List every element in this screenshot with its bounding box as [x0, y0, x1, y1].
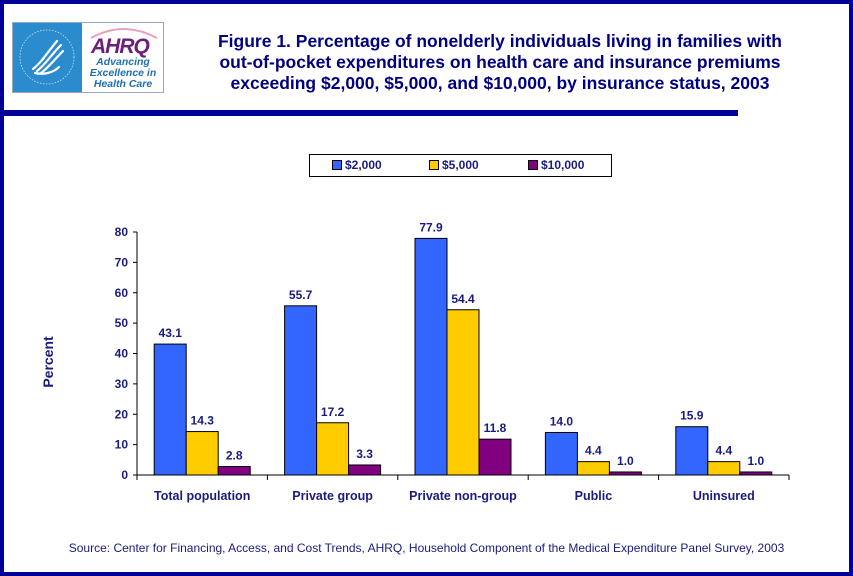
hhs-eagle-logo-icon — [13, 23, 82, 92]
y-axis-label: Percent — [40, 336, 56, 388]
legend-swatch-2000 — [332, 160, 342, 170]
ahrq-tagline: Advancing Excellence in Health Care — [83, 57, 163, 90]
legend-item: $2,000 — [332, 158, 382, 172]
header-divider — [0, 110, 738, 116]
legend-item: $5,000 — [429, 158, 479, 172]
agency-logo: AHRQ Advancing Excellence in Health Care — [12, 22, 164, 93]
legend-label: $10,000 — [541, 158, 585, 172]
title-line: out-of-pocket expenditures on health car… — [219, 52, 781, 72]
legend-swatch-5000 — [429, 160, 439, 170]
legend-label: $2,000 — [345, 158, 382, 172]
chart-title: Figure 1. Percentage of nonelderly indiv… — [185, 31, 815, 94]
title-line: Figure 1. Percentage of nonelderly indiv… — [217, 31, 782, 51]
source-note: Source: Center for Financing, Access, an… — [68, 541, 785, 555]
ahrq-logo: AHRQ Advancing Excellence in Health Care — [83, 23, 163, 92]
chart-legend: $2,000 $5,000 $10,000 — [309, 154, 612, 177]
tagline-line: Health Care — [93, 78, 153, 90]
title-line: exceeding $2,000, $5,000, and $10,000, b… — [230, 73, 770, 93]
legend-item: $10,000 — [528, 158, 584, 172]
legend-label: $5,000 — [442, 158, 479, 172]
legend-swatch-10000 — [528, 160, 538, 170]
